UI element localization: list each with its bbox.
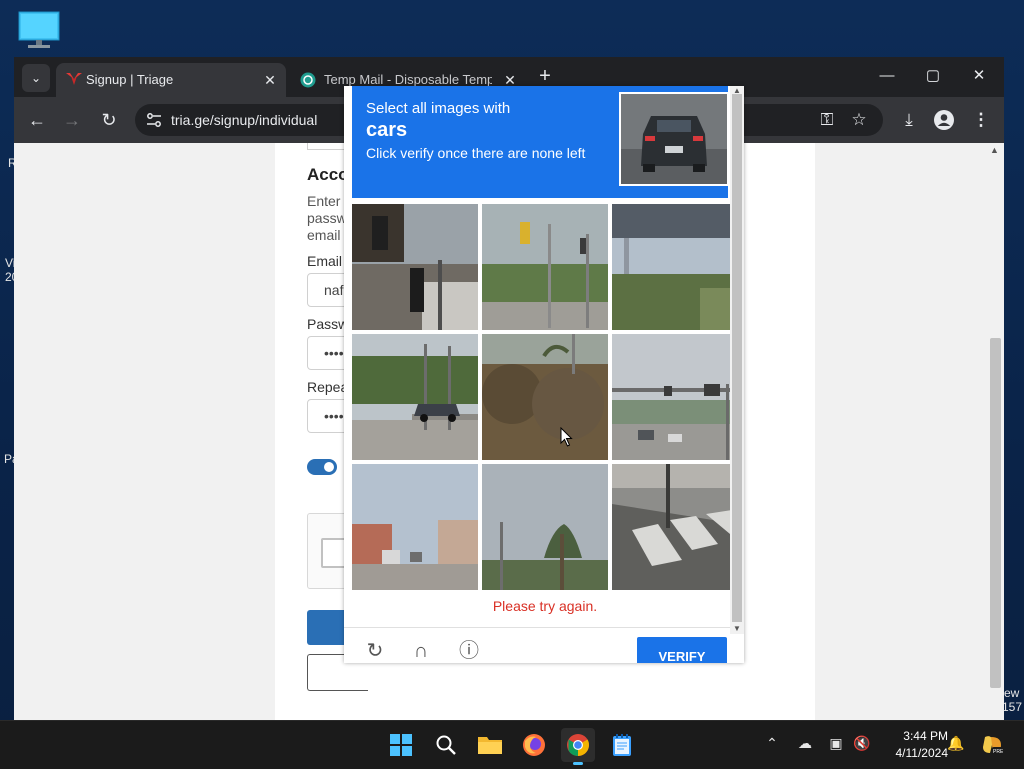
scrollbar-thumb[interactable]	[732, 94, 742, 622]
profile-avatar[interactable]	[931, 107, 957, 133]
close-window-button[interactable]: ✕	[964, 65, 994, 87]
tab-signup-triage[interactable]: Signup | Triage ✕	[56, 63, 286, 97]
mouse-cursor-icon	[560, 427, 573, 447]
challenge-tile[interactable]	[482, 334, 608, 460]
url-text: tria.ge/signup/individual	[171, 112, 318, 128]
triage-favicon-icon	[66, 73, 82, 85]
scrollbar-thumb[interactable]	[990, 338, 1001, 688]
challenge-tile[interactable]	[482, 204, 608, 330]
firefox-icon	[523, 734, 545, 756]
back-button[interactable]: ←	[24, 107, 50, 133]
windows-logo-icon	[390, 734, 412, 756]
page-scrollbar[interactable]: ▲	[987, 143, 1004, 720]
chevron-up-icon[interactable]: ⌃	[762, 735, 782, 752]
network-icon[interactable]: ▣	[826, 735, 846, 752]
maximize-button[interactable]: ▢	[918, 65, 948, 87]
taskbar-notepad[interactable]	[605, 728, 639, 762]
arrow-right-icon: →	[63, 110, 81, 130]
terms-toggle[interactable]	[307, 459, 337, 475]
search-icon	[436, 735, 456, 755]
taskbar-clock[interactable]: 3:44 PM 4/11/2024	[884, 728, 949, 762]
challenge-tile[interactable]	[352, 464, 478, 590]
taskbar: ⌃ ☁ ▣ 🔇 3:44 PM 4/11/2024 🔔 PRE	[0, 720, 1024, 769]
challenge-tile[interactable]	[612, 204, 738, 330]
star-icon[interactable]: ☆	[846, 107, 872, 133]
this-pc-icon[interactable]	[16, 10, 62, 50]
onedrive-cloud-icon[interactable]: ☁	[795, 735, 815, 752]
plus-icon: +	[539, 65, 551, 87]
reload-button[interactable]: ↻	[96, 107, 122, 133]
tab-search-button[interactable]: ⌄	[22, 64, 50, 92]
recaptcha-challenge: Select all images with cars Click verify…	[344, 86, 744, 663]
start-button[interactable]	[384, 728, 418, 762]
notepad-icon	[613, 734, 631, 756]
chevron-down-icon: ⌄	[30, 71, 42, 85]
verify-button[interactable]: VERIFY	[637, 637, 727, 663]
close-icon[interactable]: ✕	[262, 72, 278, 88]
taskbar-firefox[interactable]	[517, 728, 551, 762]
challenge-header: Select all images with cars Click verify…	[352, 86, 729, 198]
volume-muted-icon[interactable]: 🔇	[852, 735, 872, 752]
maximize-icon: ▢	[925, 67, 941, 84]
challenge-scrollbar[interactable]: ▲ ▼	[730, 86, 744, 634]
challenge-tile[interactable]	[482, 464, 608, 590]
challenge-instruction: Select all images with	[366, 100, 511, 117]
chrome-icon	[567, 734, 589, 756]
challenge-tile[interactable]	[612, 464, 738, 590]
forward-button[interactable]: →	[59, 107, 85, 133]
reload-challenge-icon[interactable]: ↻	[362, 638, 388, 663]
challenge-tile[interactable]	[612, 334, 738, 460]
scroll-down-icon[interactable]: ▼	[733, 624, 741, 633]
clock-date: 4/11/2024	[895, 746, 949, 760]
folder-icon	[478, 737, 502, 754]
bell-icon[interactable]: 🔔	[946, 735, 966, 752]
taskbar-chrome[interactable]	[561, 728, 595, 765]
site-info-icon[interactable]	[145, 111, 163, 129]
challenge-target-object: cars	[366, 119, 408, 141]
search-button[interactable]	[429, 728, 463, 762]
temp-mail-favicon-icon	[300, 72, 316, 88]
desktop-label-fragment: ew	[1004, 686, 1020, 700]
desktop-label-fragment: 157	[1002, 700, 1023, 714]
sample-car-image	[619, 92, 729, 186]
password-key-icon[interactable]: ⚿	[814, 107, 840, 133]
audio-challenge-icon[interactable]: ∩	[408, 638, 434, 663]
info-icon[interactable]: ⓘ	[456, 638, 482, 663]
more-menu-icon[interactable]: ⋮	[968, 107, 994, 133]
challenge-footer: ↻ ∩ ⓘ VERIFY	[344, 627, 744, 663]
minimize-icon: —	[879, 67, 895, 84]
reload-icon: ↻	[101, 110, 117, 130]
tab-title: Signup | Triage	[86, 72, 174, 87]
svg-text:PRE: PRE	[993, 749, 1003, 755]
download-icon[interactable]: ⤓	[896, 107, 922, 133]
arrow-left-icon: ←	[28, 110, 46, 130]
profile-icon	[934, 110, 954, 130]
scroll-up-icon[interactable]: ▲	[990, 145, 999, 155]
minimize-button[interactable]: —	[872, 65, 902, 87]
copilot-logo-icon: PRE	[983, 736, 1004, 755]
active-app-indicator	[573, 762, 583, 765]
challenge-tile[interactable]	[352, 334, 478, 460]
close-icon: ✕	[972, 67, 986, 84]
copilot-icon[interactable]: PRE	[980, 735, 1004, 758]
challenge-error-message: Please try again.	[492, 598, 598, 614]
challenge-hint: Click verify once there are none left	[366, 145, 586, 161]
email-label: Email	[307, 253, 343, 269]
tab-title: Temp Mail - Disposable Tempor	[324, 72, 492, 87]
new-tab-button[interactable]: +	[530, 65, 560, 87]
challenge-tile[interactable]	[352, 204, 478, 330]
taskbar-file-explorer[interactable]	[473, 728, 507, 762]
clock-time: 3:44 PM	[903, 729, 948, 743]
